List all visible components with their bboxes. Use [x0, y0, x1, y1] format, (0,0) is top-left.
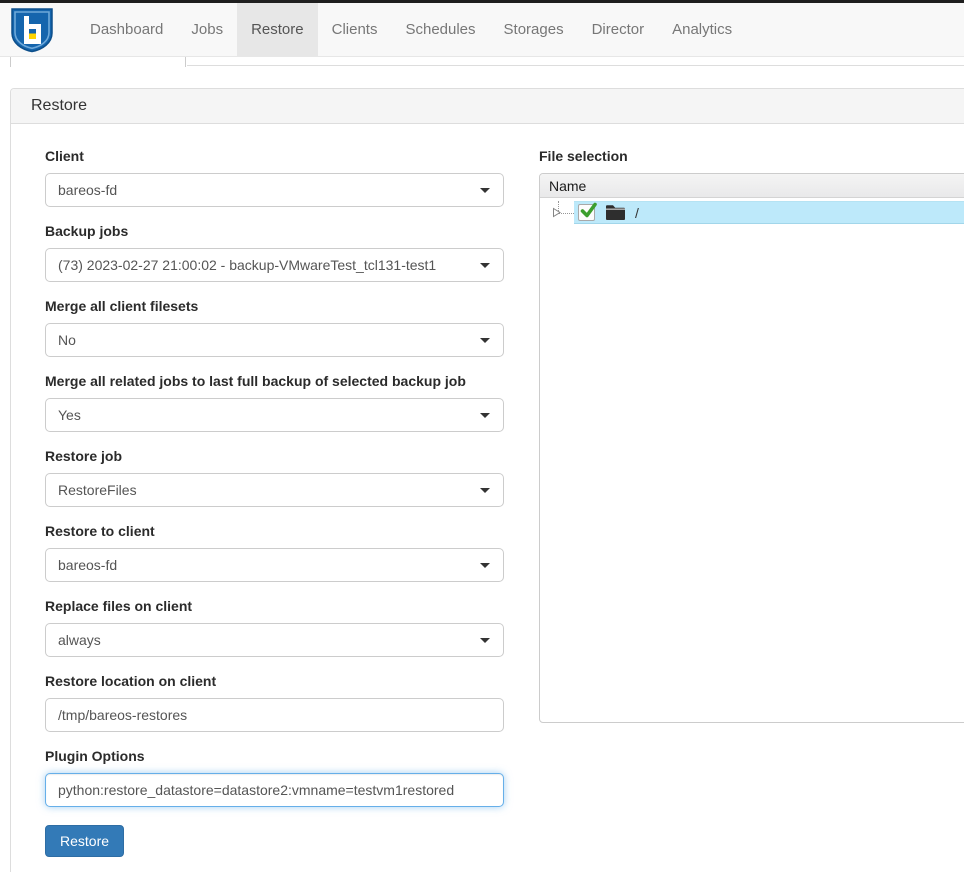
backup-jobs-label: Backup jobs — [45, 223, 504, 239]
nav-item-jobs[interactable]: Jobs — [177, 3, 237, 56]
form-group-restore-location: Restore location on client — [45, 673, 504, 732]
plugin-options-label: Plugin Options — [45, 748, 504, 764]
caret-down-icon — [480, 263, 490, 268]
tree-node-label: / — [635, 205, 639, 221]
navbar: Dashboard Jobs Restore Clients Schedules… — [0, 3, 964, 57]
client-select-value: bareos-fd — [58, 182, 473, 198]
merge-jobs-label: Merge all related jobs to last full back… — [45, 373, 504, 389]
tree-row-root[interactable]: / — [540, 201, 964, 224]
sub-tabstrip — [0, 57, 964, 66]
client-select[interactable]: bareos-fd — [45, 173, 504, 207]
nav-item-dashboard[interactable]: Dashboard — [76, 3, 177, 56]
merge-filesets-select-value: No — [58, 332, 473, 348]
nav-item-clients[interactable]: Clients — [318, 3, 392, 56]
panel-title: Restore — [11, 89, 964, 124]
merge-jobs-select[interactable]: Yes — [45, 398, 504, 432]
restore-job-label: Restore job — [45, 448, 504, 464]
form-group-merge-jobs: Merge all related jobs to last full back… — [45, 373, 504, 432]
nav-item-restore[interactable]: Restore — [237, 3, 318, 56]
merge-jobs-select-value: Yes — [58, 407, 473, 423]
tree-node-selected[interactable]: / — [574, 201, 964, 224]
restore-form: Client bareos-fd Backup jobs (73) 2023-0… — [45, 148, 504, 857]
nav-item-analytics[interactable]: Analytics — [658, 3, 746, 56]
tree-expander-icon[interactable] — [550, 201, 574, 224]
merge-filesets-label: Merge all client filesets — [45, 298, 504, 314]
caret-down-icon — [480, 563, 490, 568]
nav-item-storages[interactable]: Storages — [490, 3, 578, 56]
file-tree-column-header: Name — [540, 174, 964, 198]
backup-jobs-select-value: (73) 2023-02-27 21:00:02 - backup-VMware… — [58, 257, 473, 273]
caret-down-icon — [480, 488, 490, 493]
restore-to-client-label: Restore to client — [45, 523, 504, 539]
replace-files-select[interactable]: always — [45, 623, 504, 657]
caret-down-icon — [480, 638, 490, 643]
form-group-backup-jobs: Backup jobs (73) 2023-02-27 21:00:02 - b… — [45, 223, 504, 282]
file-tree: / — [540, 198, 964, 224]
plugin-options-input[interactable] — [45, 773, 504, 807]
replace-files-label: Replace files on client — [45, 598, 504, 614]
tabstrip-divider — [187, 65, 964, 66]
client-label: Client — [45, 148, 504, 164]
panel-body: Client bareos-fd Backup jobs (73) 2023-0… — [11, 124, 964, 872]
restore-panel: Restore Client bareos-fd Backup jobs (73… — [10, 88, 964, 872]
merge-filesets-select[interactable]: No — [45, 323, 504, 357]
form-group-restore-job: Restore job RestoreFiles — [45, 448, 504, 507]
form-group-client: Client bareos-fd — [45, 148, 504, 207]
form-group-merge-filesets: Merge all client filesets No — [45, 298, 504, 357]
file-selection-title: File selection — [539, 148, 964, 164]
file-tree-box: Name — [539, 173, 964, 723]
form-group-plugin-options: Plugin Options — [45, 748, 504, 807]
folder-icon — [605, 204, 626, 221]
restore-location-label: Restore location on client — [45, 673, 504, 689]
caret-down-icon — [480, 188, 490, 193]
restore-location-input[interactable] — [45, 698, 504, 732]
form-group-restore-to-client: Restore to client bareos-fd — [45, 523, 504, 582]
restore-to-client-select-value: bareos-fd — [58, 557, 473, 573]
file-selection-section: File selection Name — [539, 148, 964, 723]
caret-down-icon — [480, 413, 490, 418]
form-group-replace-files: Replace files on client always — [45, 598, 504, 657]
backup-jobs-select[interactable]: (73) 2023-02-27 21:00:02 - backup-VMware… — [45, 248, 504, 282]
nav-menu: Dashboard Jobs Restore Clients Schedules… — [76, 3, 746, 56]
active-subtab[interactable] — [10, 57, 186, 67]
restore-job-select-value: RestoreFiles — [58, 482, 473, 498]
nav-item-director[interactable]: Director — [578, 3, 659, 56]
nav-item-schedules[interactable]: Schedules — [391, 3, 489, 56]
restore-to-client-select[interactable]: bareos-fd — [45, 548, 504, 582]
checked-checkbox-icon[interactable] — [578, 204, 595, 221]
restore-job-select[interactable]: RestoreFiles — [45, 473, 504, 507]
caret-down-icon — [480, 338, 490, 343]
replace-files-select-value: always — [58, 632, 473, 648]
bareos-logo-icon[interactable] — [10, 7, 54, 53]
restore-submit-button[interactable]: Restore — [45, 825, 124, 857]
